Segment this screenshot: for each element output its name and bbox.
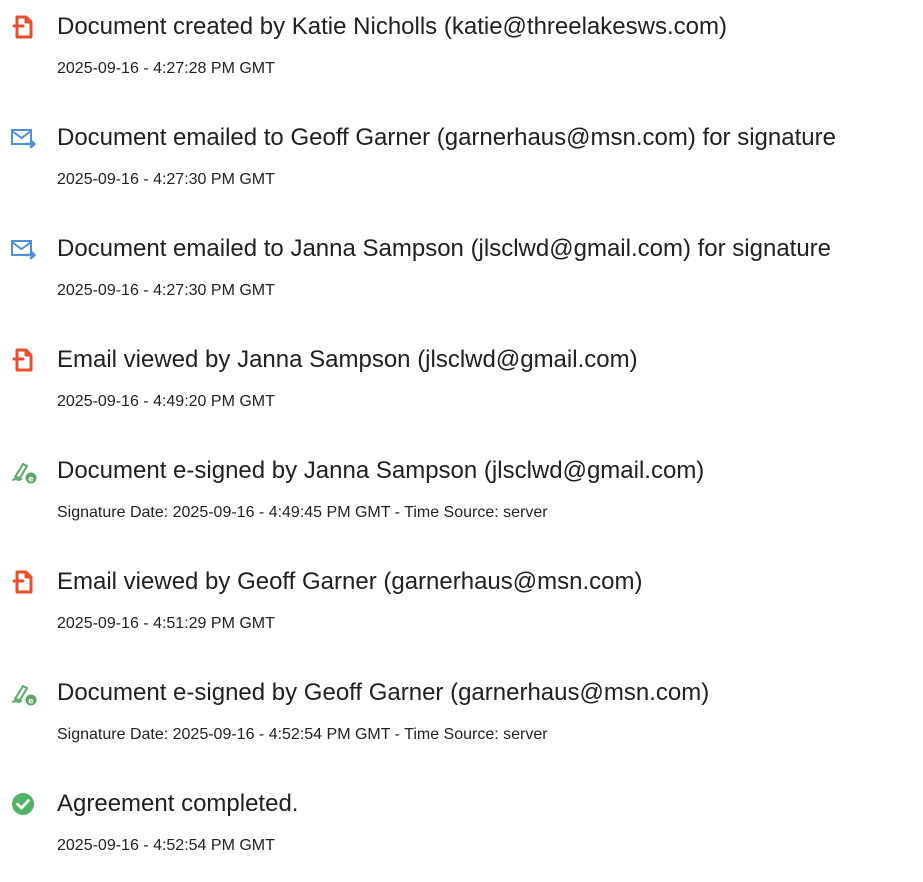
event-title: Document e-signed by Geoff Garner (garne… [57,679,710,706]
event-title: Agreement completed. [57,790,299,817]
event-title: Document e-signed by Janna Sampson (jlsc… [57,457,705,484]
event-signature-date: Signature Date: 2025-09-16 - 4:52:54 PM … [57,726,548,743]
svg-text:e: e [28,696,34,705]
audit-event: Document created by Katie Nicholls (kati… [0,13,923,94]
event-timestamp: 2025-09-16 - 4:27:28 PM GMT [57,60,275,77]
event-title: Document created by Katie Nicholls (kati… [57,13,727,40]
audit-event: e Document e-signed by Janna Sampson (jl… [0,457,923,538]
audit-event: Email viewed by Janna Sampson (jlsclwd@g… [0,346,923,427]
e-signed-icon: e [11,458,37,484]
document-created-icon [11,14,37,40]
event-title: Document emailed to Geoff Garner (garner… [57,124,836,151]
completed-check-icon [11,791,37,817]
audit-event: Agreement completed. 2025-09-16 - 4:52:5… [0,790,923,871]
email-sent-icon [11,125,37,151]
event-timestamp: 2025-09-16 - 4:52:54 PM GMT [57,837,275,854]
event-timestamp: 2025-09-16 - 4:51:29 PM GMT [57,615,275,632]
audit-event: Document emailed to Geoff Garner (garner… [0,124,923,205]
event-timestamp: 2025-09-16 - 4:27:30 PM GMT [57,282,275,299]
svg-text:e: e [28,474,34,483]
event-timestamp: 2025-09-16 - 4:49:20 PM GMT [57,393,275,410]
audit-event: Document emailed to Janna Sampson (jlscl… [0,235,923,316]
event-title: Document emailed to Janna Sampson (jlscl… [57,235,832,262]
email-viewed-icon [11,569,37,595]
email-sent-icon [11,236,37,262]
audit-event: e Document e-signed by Geoff Garner (gar… [0,679,923,760]
event-title: Email viewed by Geoff Garner (garnerhaus… [57,568,643,595]
event-title: Email viewed by Janna Sampson (jlsclwd@g… [57,346,638,373]
event-signature-date: Signature Date: 2025-09-16 - 4:49:45 PM … [57,504,548,521]
audit-event: Email viewed by Geoff Garner (garnerhaus… [0,568,923,649]
e-signed-icon: e [11,680,37,706]
email-viewed-icon [11,347,37,373]
event-timestamp: 2025-09-16 - 4:27:30 PM GMT [57,171,275,188]
